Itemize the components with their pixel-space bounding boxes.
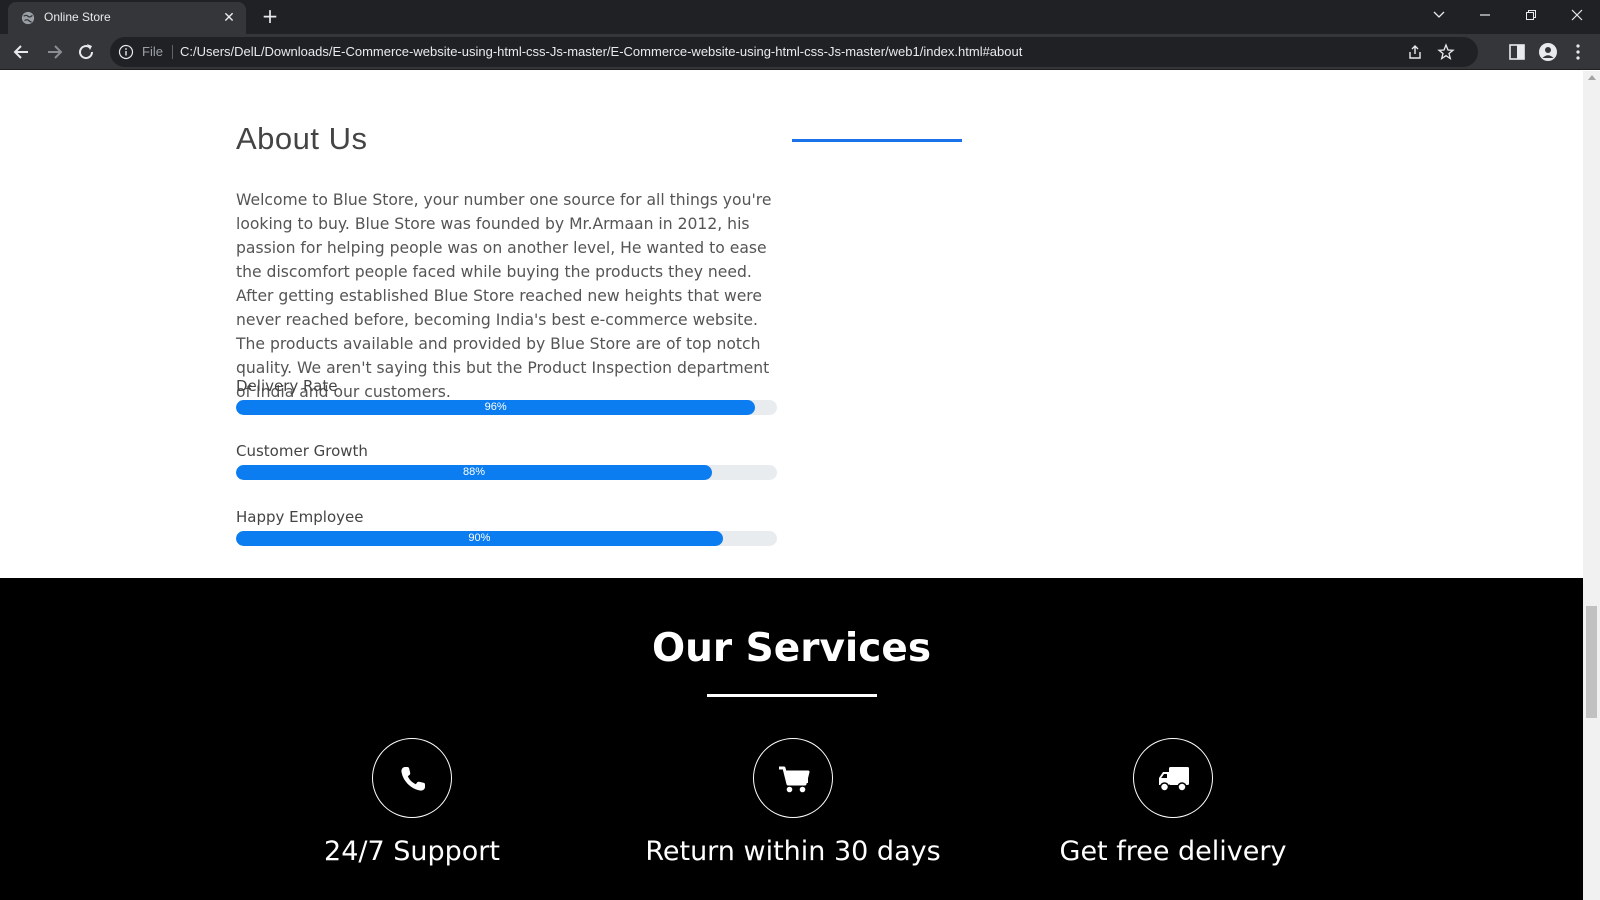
page-scrollbar[interactable]: [1583, 71, 1600, 900]
about-description: Welcome to Blue Store, your number one s…: [236, 191, 772, 401]
about-title: About Us: [236, 121, 368, 156]
phone-icon: [401, 767, 425, 791]
close-window-button[interactable]: [1554, 0, 1600, 30]
progress-fill: 90%: [236, 531, 723, 546]
cart-icon: [779, 766, 810, 793]
skill-delivery-rate: Delivery Rate 96%: [236, 376, 777, 415]
progress-track: 90%: [236, 531, 777, 546]
restore-button[interactable]: [1508, 0, 1554, 30]
page-viewport: About Us Welcome to Blue Store, your num…: [0, 71, 1583, 900]
minimize-button[interactable]: [1462, 0, 1508, 30]
tab-title: Online Store: [44, 10, 111, 24]
services-section: Our Services 24/7 Support Return within …: [0, 578, 1583, 900]
skill-label: Delivery Rate: [236, 377, 338, 395]
globe-icon: [21, 11, 35, 25]
reload-icon[interactable]: [73, 39, 99, 65]
progress-fill: 96%: [236, 400, 756, 415]
skill-happy-employee: Happy Employee 90%: [236, 507, 777, 546]
progress-track: 96%: [236, 400, 777, 415]
file-scheme-label: File: [142, 44, 163, 59]
forward-arrow-icon[interactable]: [41, 39, 67, 65]
side-panel-icon[interactable]: [1507, 42, 1527, 62]
info-icon[interactable]: [118, 44, 134, 60]
service-label: Get free delivery: [1059, 836, 1287, 867]
truck-icon: [1159, 767, 1189, 792]
service-icon-circle: [372, 738, 452, 818]
new-tab-button[interactable]: +: [258, 5, 282, 29]
service-icon-circle: [1133, 738, 1213, 818]
skill-label: Customer Growth: [236, 442, 368, 460]
browser-toolbar: File C:/Users/DelL/Downloads/E-Commerce-…: [0, 34, 1600, 70]
about-title-underline: [792, 139, 962, 142]
back-arrow-icon[interactable]: [9, 39, 35, 65]
scroll-thumb[interactable]: [1586, 606, 1597, 718]
more-menu-icon[interactable]: [1568, 42, 1588, 62]
browser-tab[interactable]: Online Store ✕: [8, 2, 246, 34]
address-separator: [172, 45, 173, 59]
bookmark-star-icon[interactable]: [1437, 43, 1455, 61]
service-icon-circle: [753, 738, 833, 818]
profile-avatar-icon[interactable]: [1538, 42, 1558, 62]
progress-track: 88%: [236, 465, 777, 480]
progress-fill: 88%: [236, 465, 713, 480]
scroll-up-arrow-icon[interactable]: [1588, 75, 1596, 80]
services-title: Our Services: [651, 626, 932, 671]
share-icon[interactable]: [1406, 43, 1424, 61]
address-bar[interactable]: File C:/Users/DelL/Downloads/E-Commerce-…: [110, 37, 1478, 67]
service-label: Return within 30 days: [645, 836, 941, 867]
skill-customer-growth: Customer Growth 88%: [236, 441, 777, 480]
service-label: 24/7 Support: [324, 836, 500, 867]
browser-tab-bar: Online Store ✕ +: [0, 0, 1600, 34]
tab-search-chevron-icon[interactable]: [1416, 0, 1462, 30]
skill-label: Happy Employee: [236, 508, 364, 526]
url-text[interactable]: C:/Users/DelL/Downloads/E-Commerce-websi…: [180, 44, 1022, 59]
services-title-underline: [707, 694, 877, 697]
tab-close-icon[interactable]: ✕: [220, 9, 238, 27]
